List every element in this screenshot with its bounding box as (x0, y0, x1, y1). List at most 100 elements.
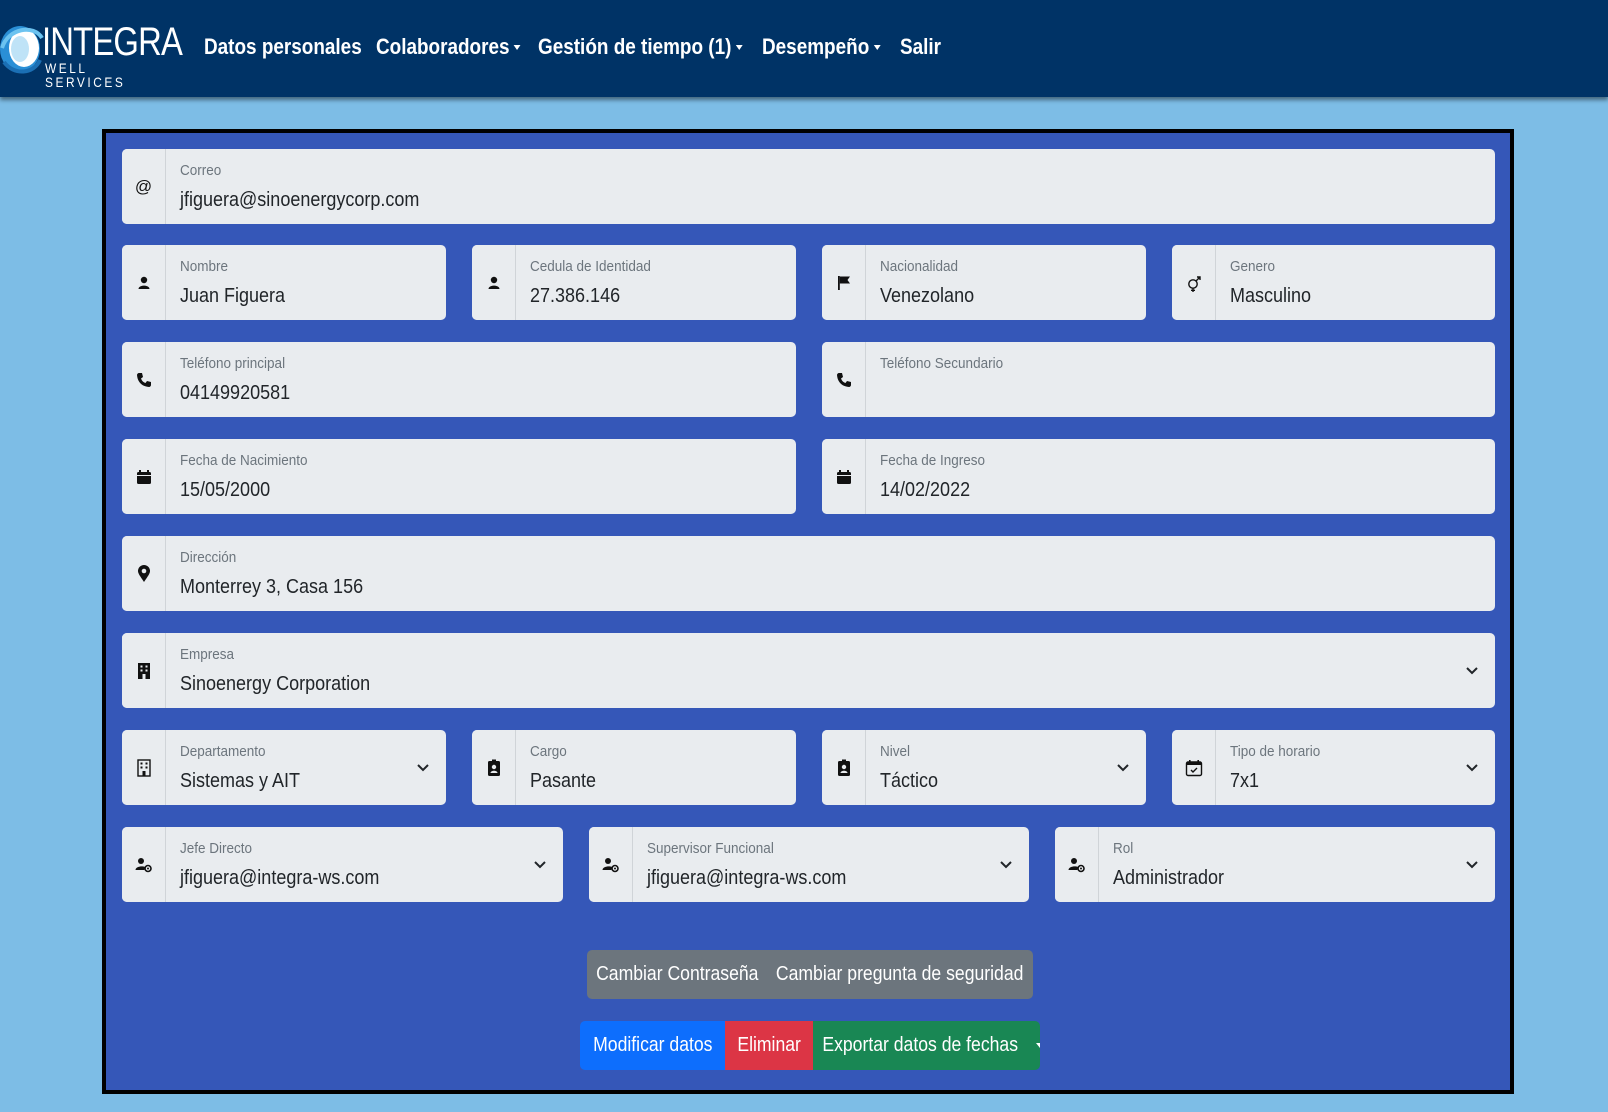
integra-logo[interactable]: INTEGRA WELL SERVICES (0, 18, 183, 89)
nav-label: Datos personales (204, 34, 362, 59)
genero-field[interactable]: Genero Masculino (1172, 245, 1495, 320)
chevron-down-icon (1466, 861, 1478, 869)
person-gear-icon (589, 827, 633, 902)
rol-select[interactable]: Rol Administrador (1055, 827, 1495, 902)
building-icon (122, 633, 166, 708)
exportar-fechas-dropdown[interactable]: Exportar datos de fechas (813, 1021, 1040, 1070)
field-label: Tipo de horario (1230, 743, 1321, 760)
button-label: Modificar datos (592, 1034, 713, 1056)
field-value: Administrador (1113, 867, 1225, 889)
chevron-down-icon (1117, 764, 1129, 772)
calendar-icon (122, 439, 166, 514)
nacionalidad-field[interactable]: Nacionalidad Venezolano (822, 245, 1146, 320)
field-value: 27.386.146 (530, 285, 621, 307)
top-navbar: INTEGRA WELL SERVICES Datos personales C… (0, 0, 1608, 97)
calendar-check-icon (1172, 730, 1216, 805)
phone-icon (122, 342, 166, 417)
field-label: Cedula de Identidad (530, 258, 651, 275)
nav-label: Gestión de tiempo (1) (538, 34, 732, 59)
flag-icon (822, 245, 866, 320)
email-field[interactable]: @ Correo jfiguera@sinoenergycorp.com (122, 149, 1495, 224)
field-value: Pasante (530, 770, 597, 792)
building-icon (122, 730, 166, 805)
nav-desempeno[interactable]: Desempeño (762, 34, 881, 60)
nav-label: Desempeño (762, 34, 870, 59)
caret-down-icon (735, 44, 743, 50)
badge-icon (822, 730, 866, 805)
phone-icon (822, 342, 866, 417)
logo-tagline: WELL SERVICES (45, 60, 126, 90)
field-value: Venezolano (880, 285, 975, 307)
logo-swirl-icon (0, 26, 44, 74)
field-value: Masculino (1230, 285, 1312, 307)
caret-down-icon (513, 44, 521, 50)
nav-label: Colaboradores (376, 34, 510, 59)
departamento-select[interactable]: Departamento Sistemas y AIT (122, 730, 446, 805)
empresa-select[interactable]: Empresa Sinoenergy Corporation (122, 633, 1495, 708)
cambiar-contrasena-button[interactable]: Cambiar Contraseña (587, 950, 767, 999)
field-value: jfiguera@integra-ws.com (180, 867, 380, 889)
chevron-down-icon (417, 764, 429, 772)
nav-menu: Datos personales Colaboradores Gestión d… (204, 34, 950, 60)
tipo-horario-select[interactable]: Tipo de horario 7x1 (1172, 730, 1495, 805)
cargo-field[interactable]: Cargo Pasante (472, 730, 796, 805)
jefe-directo-select[interactable]: Jefe Directo jfiguera@integra-ws.com (122, 827, 563, 902)
person-gear-icon (1055, 827, 1099, 902)
chevron-down-icon (1000, 861, 1012, 869)
profile-form-panel: @ Correo jfiguera@sinoenergycorp.com Nom… (102, 129, 1514, 1094)
location-pin-icon (122, 536, 166, 611)
field-value: jfiguera@sinoenergycorp.com (180, 189, 420, 211)
modificar-datos-button[interactable]: Modificar datos (580, 1021, 725, 1070)
nav-colaboradores[interactable]: Colaboradores (376, 34, 521, 60)
field-value: jfiguera@integra-ws.com (647, 867, 847, 889)
nav-gestion-tiempo[interactable]: Gestión de tiempo (1) (538, 34, 743, 60)
field-label: Nivel (880, 743, 911, 760)
field-label: Jefe Directo (180, 840, 253, 857)
fecha-nacimiento-field[interactable]: Fecha de Nacimiento 15/05/2000 (122, 439, 796, 514)
nav-label: Salir (900, 34, 942, 59)
cambiar-pregunta-button[interactable]: Cambiar pregunta de seguridad (767, 950, 1033, 999)
field-label: Dirección (180, 549, 237, 566)
logo-wordmark: INTEGRA (42, 20, 183, 64)
field-label: Correo (180, 162, 222, 179)
at-icon: @ (122, 149, 166, 224)
field-label: Teléfono principal (180, 355, 286, 372)
security-button-group: Cambiar Contraseña Cambiar pregunta de s… (587, 950, 1033, 999)
button-label: Cambiar pregunta de seguridad (776, 963, 1024, 985)
nombre-field[interactable]: Nombre Juan Figuera (122, 245, 446, 320)
fecha-ingreso-field[interactable]: Fecha de Ingreso 14/02/2022 (822, 439, 1495, 514)
field-value: Sistemas y AIT (180, 770, 301, 792)
nivel-select[interactable]: Nivel Táctico (822, 730, 1146, 805)
field-value: 7x1 (1230, 770, 1260, 792)
field-label: Rol (1113, 840, 1134, 857)
calendar-icon (822, 439, 866, 514)
person-gear-icon (122, 827, 166, 902)
field-value: Táctico (880, 770, 939, 792)
direccion-field[interactable]: Dirección Monterrey 3, Casa 156 (122, 536, 1495, 611)
field-label: Fecha de Nacimiento (180, 452, 308, 469)
chevron-down-icon (1466, 667, 1478, 675)
supervisor-funcional-select[interactable]: Supervisor Funcional jfiguera@integra-ws… (589, 827, 1029, 902)
caret-down-icon (873, 44, 881, 50)
caret-down-icon (1036, 1043, 1040, 1048)
field-label: Nombre (180, 258, 229, 275)
nav-datos-personales[interactable]: Datos personales (204, 34, 362, 60)
field-label: Fecha de Ingreso (880, 452, 986, 469)
field-value: Sinoenergy Corporation (180, 673, 371, 695)
telefono-secundario-field[interactable]: Teléfono Secundario (822, 342, 1495, 417)
action-button-group: Modificar datos Eliminar Exportar datos … (580, 1021, 1040, 1070)
field-label: Genero (1230, 258, 1276, 275)
field-label: Supervisor Funcional (647, 840, 774, 857)
field-value: Monterrey 3, Casa 156 (180, 576, 364, 598)
eliminar-button[interactable]: Eliminar (725, 1021, 813, 1070)
field-value: Juan Figuera (180, 285, 286, 307)
field-label: Departamento (180, 743, 266, 760)
telefono-principal-field[interactable]: Teléfono principal 04149920581 (122, 342, 796, 417)
button-label: Eliminar (737, 1034, 801, 1056)
button-label: Cambiar Contraseña (595, 963, 759, 985)
field-label: Teléfono Secundario (880, 355, 1004, 372)
field-value: 15/05/2000 (180, 479, 271, 501)
cedula-field[interactable]: Cedula de Identidad 27.386.146 (472, 245, 796, 320)
field-label: Nacionalidad (880, 258, 959, 275)
nav-salir[interactable]: Salir (900, 34, 943, 60)
